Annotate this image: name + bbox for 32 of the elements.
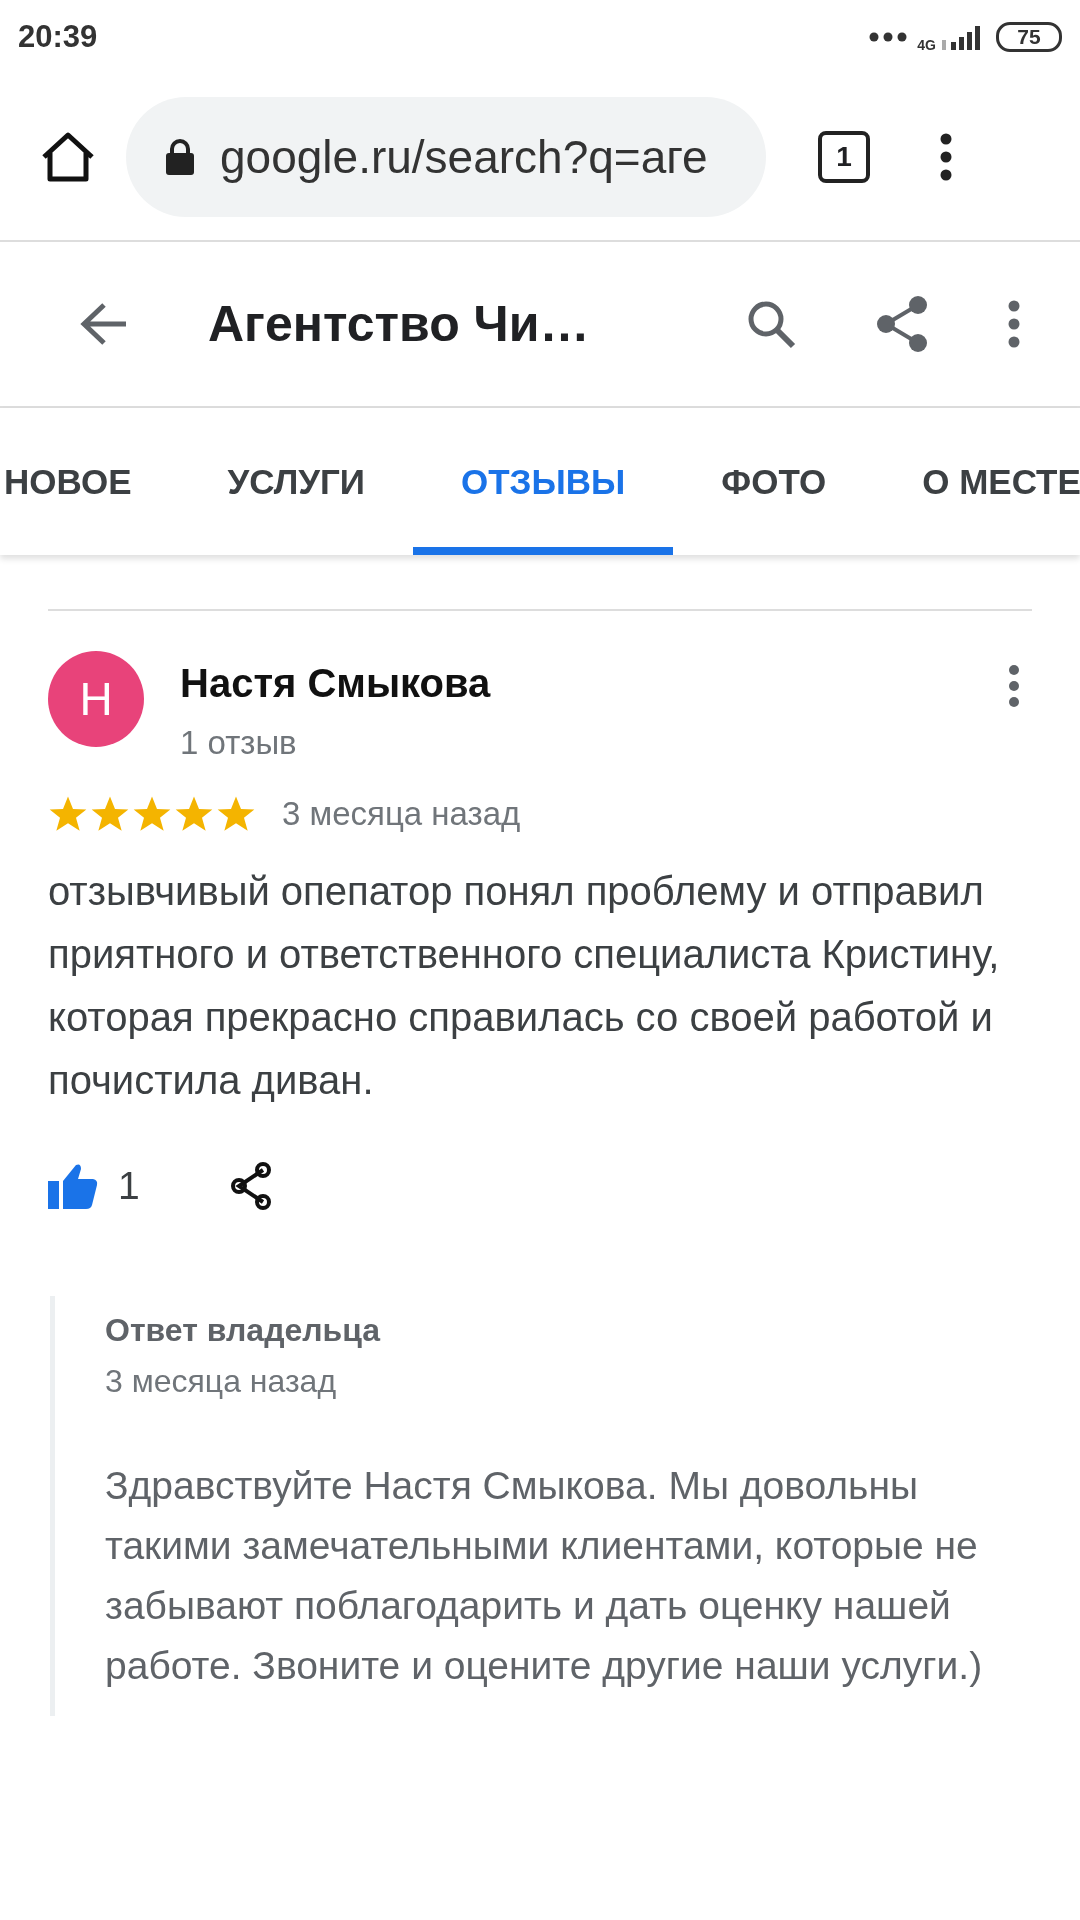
search-icon[interactable] [746,299,796,349]
owner-reply-title: Ответ владельца [105,1312,382,1349]
share-icon[interactable] [876,295,928,353]
tab[interactable]: НОВОЕ [0,408,180,555]
more-icon[interactable] [1008,300,1020,348]
url-text: google.ru/search?q=аге [220,130,708,184]
owner-reply-time: 3 месяца назад [105,1363,338,1400]
battery-indicator: 75 [996,22,1062,52]
place-title: Агентство Чи… [208,295,591,353]
network-label: 4G [917,37,936,53]
tab[interactable]: УСЛУГИ [179,408,413,555]
author-name[interactable]: Настя Смыкова [180,661,972,706]
status-time: 20:39 [18,19,98,55]
thumbs-up-icon[interactable] [48,1163,98,1209]
review-time: 3 месяца назад [282,795,521,833]
share-icon[interactable] [229,1162,272,1210]
tab[interactable]: ОТЗЫВЫ [413,408,674,555]
author-review-count: 1 отзыв [180,724,298,762]
avatar: Н [48,651,144,747]
address-bar[interactable]: google.ru/search?q=аге [126,97,766,217]
lock-icon [166,139,194,175]
review-text: отзывчивый опепатор понял проблему и отправил приятного и ответственного специалиста Кристину, которая прекрасно справилась со своей работой и почистила диван. [48,868,1001,1104]
more-dots-icon [869,32,908,42]
like-count: 1 [118,1164,140,1208]
home-icon[interactable] [40,131,96,183]
owner-reply-text: Здравствуйте Настя Смыкова. Мы довольны такими замечательными клиентами, которые не забывают поблагодарить и дать оценку нашей работе. Звоните и оцените другие наши услуги.) [105,1463,984,1689]
back-arrow-icon[interactable] [80,302,128,346]
tab-count-button[interactable]: 1 [818,131,870,183]
menu-icon[interactable] [940,133,952,181]
tab[interactable]: О МЕСТЕ [874,408,1080,555]
tab[interactable]: ФОТО [673,408,875,555]
more-icon[interactable] [1008,665,1020,707]
